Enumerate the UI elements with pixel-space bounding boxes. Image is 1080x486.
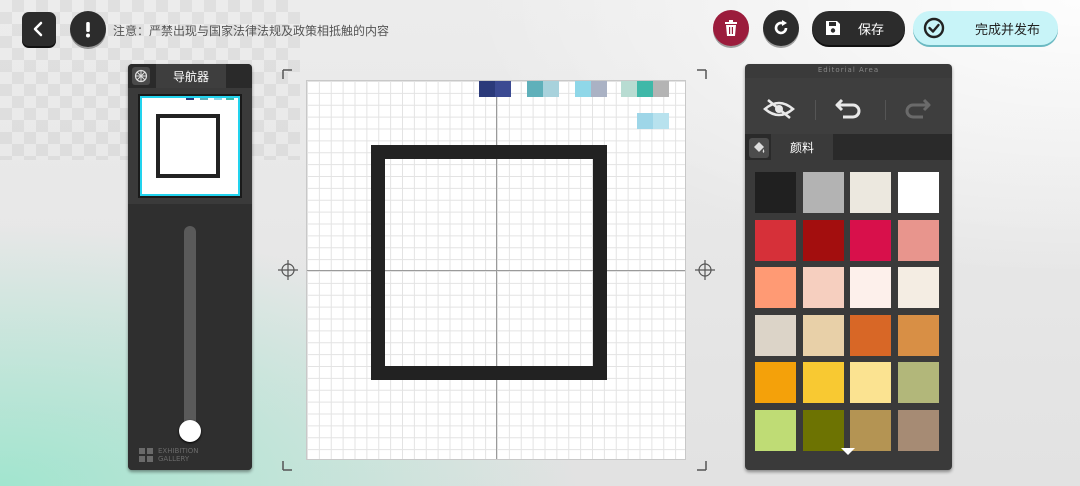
color-swatch[interactable] [850,314,891,356]
color-swatch[interactable] [850,267,891,308]
delete-button[interactable] [713,10,749,46]
color-swatch[interactable] [755,409,796,451]
corner-mark-top-left [282,69,292,79]
pixel-cell [495,81,511,97]
redo-button[interactable] [897,92,937,126]
navigator-preview[interactable] [140,96,240,196]
check-circle-icon [923,17,945,39]
navigator-tab-bar: 导航器 [128,64,252,88]
color-swatch[interactable] [755,314,796,356]
color-swatch[interactable] [850,362,891,403]
scroll-down-icon[interactable] [841,448,855,455]
drawn-square-left [371,145,385,380]
back-button[interactable] [22,12,56,46]
toolbar-divider [885,100,886,120]
pixel-cell [621,81,637,97]
color-swatch[interactable] [897,409,939,451]
redo-icon [905,98,931,119]
canvas-axis-vertical [496,81,497,459]
color-swatch[interactable] [755,219,796,261]
zoom-area: EXHIBITION GALLERY [128,204,252,470]
reset-button[interactable] [763,10,799,46]
chevron-left-icon [33,21,43,37]
color-swatch[interactable] [802,219,844,261]
publish-button[interactable]: 完成并发布 [913,11,1058,45]
drawn-square-top [371,145,607,159]
preview-square-outline [156,114,220,178]
color-swatch[interactable] [755,172,796,213]
brand-line-2: GALLERY [158,455,190,463]
undo-button[interactable] [829,92,869,126]
editor-area-title: Editorial Area [817,66,880,74]
color-swatch[interactable] [802,267,844,308]
color-swatch[interactable] [897,314,939,356]
color-swatch[interactable] [850,219,891,261]
color-swatch[interactable] [802,409,844,451]
brand-line-1: EXHIBITION [158,447,199,455]
zoom-slider-knob[interactable] [179,420,201,442]
info-button[interactable] [70,11,106,47]
exhibition-gallery-logo: EXHIBITION GALLERY [138,447,199,463]
pixel-cell [653,113,669,129]
color-swatch[interactable] [802,362,844,403]
pixel-cell [479,81,495,97]
crosshair-left-icon [278,260,298,280]
color-swatch[interactable] [850,409,891,451]
corner-mark-top-right [697,69,707,79]
navigator-panel: 导航器 EXHIBITION GALLERY [128,64,252,470]
pixel-canvas[interactable] [306,80,686,460]
color-swatch[interactable] [802,172,844,213]
fill-bucket-button[interactable] [749,138,769,158]
color-swatch[interactable] [897,362,939,403]
drawn-square-bottom [371,366,607,380]
pixel-cell [591,81,607,97]
save-label: 保存 [858,22,885,38]
color-swatch[interactable] [850,172,891,213]
toolbar-divider [815,100,816,120]
navigator-settings-button[interactable] [132,67,150,85]
tab-palette[interactable]: 颜料 [771,134,833,160]
color-swatch[interactable] [897,219,939,261]
preview-color-strip [186,98,238,100]
publish-label: 完成并发布 [975,22,1041,38]
palette-tab-bar: 颜料 [745,134,952,160]
pixel-cell [575,81,591,97]
editor-panel: Editorial Area 颜料 [745,64,952,470]
paint-bucket-icon [754,142,765,153]
crosshair-right-icon [695,260,715,280]
toggle-visibility-button[interactable] [759,92,799,126]
rotate-icon [774,20,788,35]
zoom-slider-track[interactable] [184,226,196,436]
pixel-cell [637,113,653,129]
pixel-cell [527,81,543,97]
drawn-square-right [593,145,607,380]
eye-off-icon [763,99,795,119]
pixel-cell [543,81,559,97]
color-swatch[interactable] [897,172,939,213]
navigator-preview-frame [138,94,242,198]
trash-icon [725,20,737,36]
save-button[interactable]: 保存 [812,11,905,45]
editor-toolbar [745,78,952,140]
color-swatch[interactable] [755,267,796,308]
pixel-cell [637,81,653,97]
undo-icon [835,98,861,119]
color-swatch[interactable] [755,362,796,403]
tab-navigator[interactable]: 导航器 [156,64,226,88]
gallery-logo-icon [139,448,153,462]
corner-mark-bottom-right [697,461,707,471]
color-swatch[interactable] [897,267,939,308]
pixel-cell [653,81,669,97]
snowflake-icon [134,69,148,83]
save-icon [826,21,840,35]
corner-mark-bottom-left [282,461,292,471]
notice-text: 注意：严禁出现与国家法律法规及政策相抵触的内容 [113,24,390,38]
exclamation-icon [86,22,90,38]
color-swatch[interactable] [802,314,844,356]
